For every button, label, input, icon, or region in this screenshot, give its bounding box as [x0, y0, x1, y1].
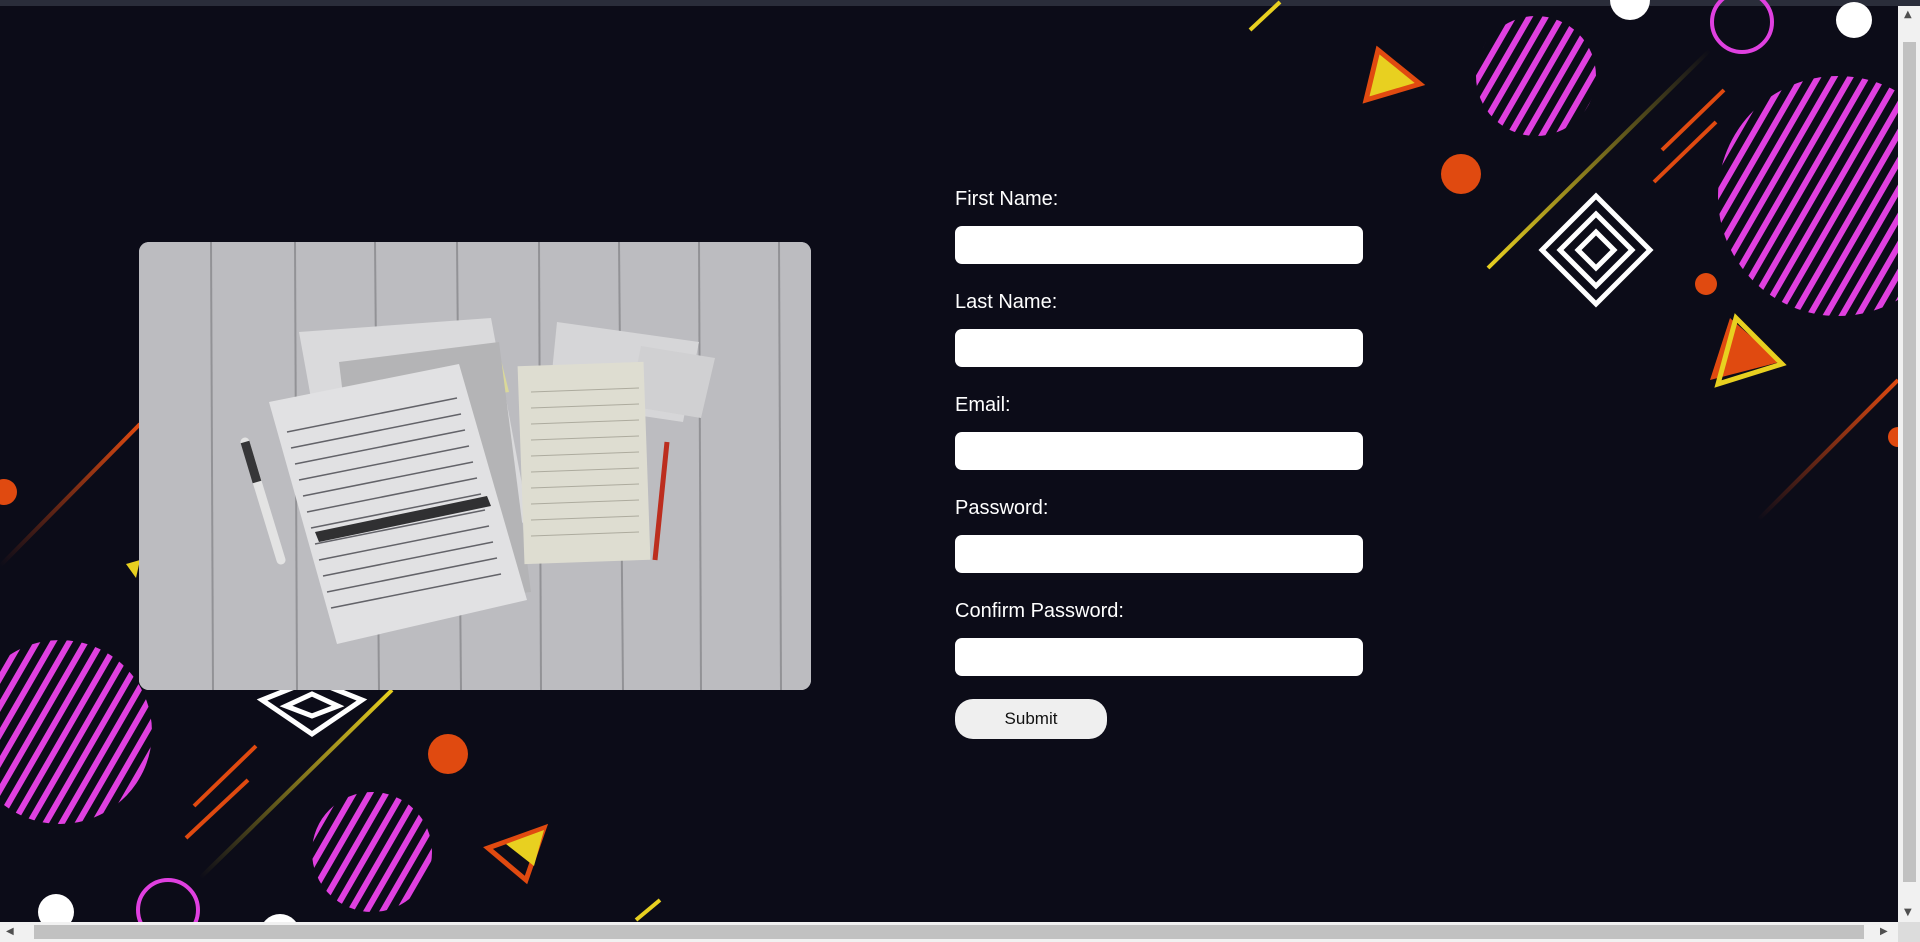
deco-line [1660, 88, 1726, 152]
scroll-right-arrow-icon[interactable]: ▶ [1880, 927, 1888, 937]
deco-dot [1695, 273, 1717, 295]
deco-line [184, 778, 250, 840]
paperwork-photo [139, 242, 811, 690]
vertical-scrollbar[interactable]: ▲ ▼ [1898, 6, 1920, 922]
deco-striped-circle [312, 792, 432, 912]
horizontal-scrollbar[interactable]: ◀ ▶ [0, 922, 1898, 942]
deco-dot [1441, 154, 1481, 194]
deco-line [192, 744, 258, 808]
last-name-input[interactable] [955, 329, 1363, 367]
deco-line [634, 898, 662, 922]
deco-line [1652, 120, 1718, 184]
confirm-password-input[interactable] [955, 638, 1363, 676]
deco-line [1756, 378, 1898, 522]
confirm-password-label: Confirm Password: [955, 600, 1124, 622]
deco-dot [0, 479, 17, 505]
scroll-down-arrow-icon[interactable]: ▼ [1904, 908, 1912, 918]
deco-triangle [126, 560, 140, 578]
password-input[interactable] [955, 535, 1363, 573]
first-name-input[interactable] [955, 226, 1363, 264]
deco-diamond [1538, 192, 1654, 308]
deco-dot [428, 734, 468, 774]
deco-dot [264, 914, 296, 922]
deco-dot [1888, 427, 1898, 447]
password-label: Password: [955, 497, 1049, 519]
deco-striped-circle [1476, 16, 1596, 136]
registration-form: First Name: Last Name: Email: Password: … [955, 184, 1365, 739]
submit-button[interactable]: Submit [955, 699, 1107, 739]
scroll-up-arrow-icon[interactable]: ▲ [1904, 10, 1912, 20]
deco-line [1248, 0, 1282, 32]
deco-ring [1710, 0, 1774, 54]
email-label: Email: [955, 394, 1011, 416]
vertical-scroll-thumb[interactable] [1903, 42, 1916, 882]
email-input[interactable] [955, 432, 1363, 470]
deco-dot [1610, 0, 1650, 20]
deco-striped-circle [1718, 76, 1898, 316]
deco-dot [38, 894, 74, 922]
horizontal-scroll-thumb[interactable] [34, 925, 1864, 939]
scroll-left-arrow-icon[interactable]: ◀ [6, 927, 14, 937]
deco-striped-circle [0, 640, 152, 824]
first-name-label: First Name: [955, 188, 1059, 210]
deco-dot [1836, 2, 1872, 38]
scrollbar-corner [1898, 922, 1920, 942]
deco-triangle [1362, 45, 1426, 104]
last-name-label: Last Name: [955, 291, 1058, 313]
deco-line [0, 422, 142, 568]
deco-ring [136, 878, 200, 922]
